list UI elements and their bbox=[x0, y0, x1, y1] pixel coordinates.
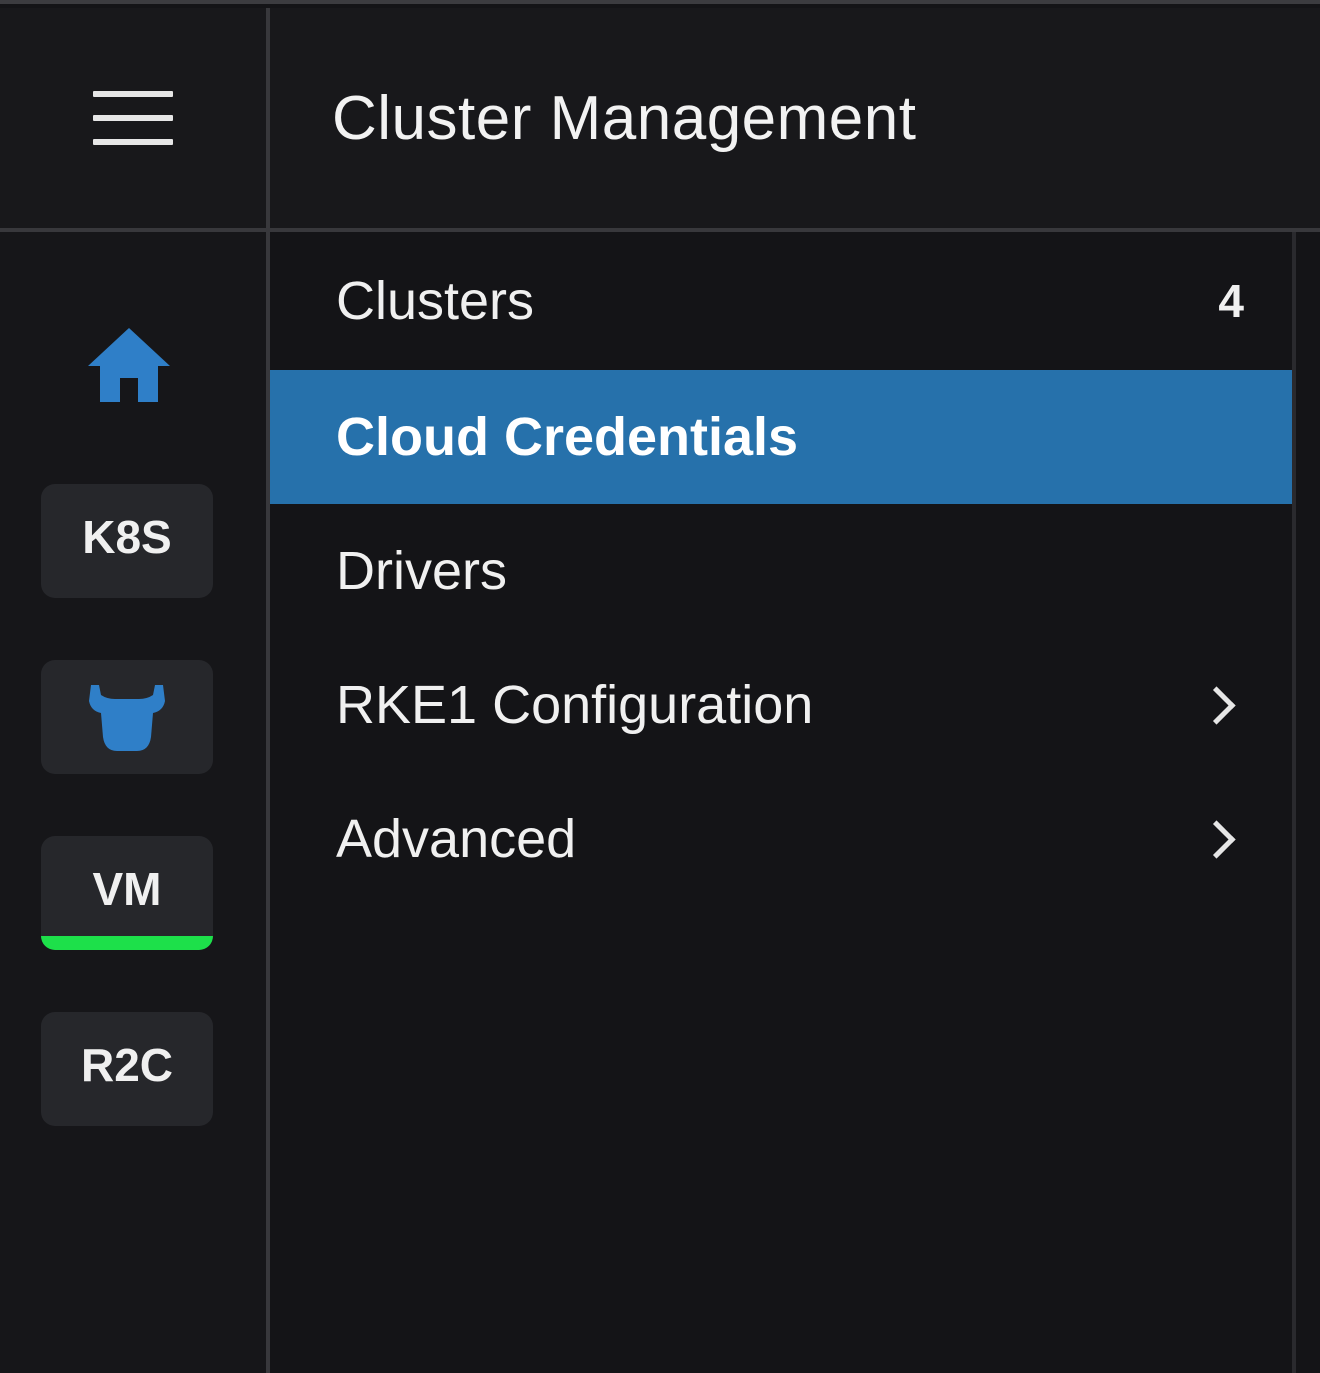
content-divider bbox=[1292, 232, 1296, 1373]
chevron-right-icon[interactable] bbox=[1197, 685, 1236, 725]
page-header: Cluster Management bbox=[270, 8, 1320, 232]
menu-item-label: Cloud Credentials bbox=[336, 407, 799, 467]
rail-item-r2c[interactable]: R2C bbox=[41, 1012, 213, 1126]
menu-item-label: Advanced bbox=[336, 809, 577, 869]
chevron-right-icon[interactable] bbox=[1197, 819, 1236, 859]
app-frame: K8S VM R2C Cluster Management Clusters 4… bbox=[0, 0, 1320, 1373]
rail-item-r2c-label: R2C bbox=[80, 1039, 174, 1091]
rail-item-k8s[interactable]: K8S bbox=[41, 484, 213, 598]
menu-item-clusters[interactable]: Clusters 4 bbox=[270, 234, 1292, 368]
rail-item-bull[interactable] bbox=[41, 660, 213, 774]
rail-header bbox=[0, 8, 266, 232]
rail-item-vm-label: VM bbox=[92, 863, 162, 915]
clusters-count-badge: 4 bbox=[1218, 275, 1244, 327]
rail-item-k8s-label: K8S bbox=[82, 511, 172, 563]
hamburger-icon[interactable] bbox=[93, 91, 173, 145]
page-title: Cluster Management bbox=[332, 83, 917, 153]
menu-item-label: Drivers bbox=[336, 541, 507, 601]
left-rail: K8S VM R2C bbox=[0, 8, 270, 1373]
home-icon[interactable] bbox=[86, 326, 172, 406]
menu-item-label: Clusters bbox=[336, 271, 535, 331]
bull-icon bbox=[89, 685, 165, 751]
side-menu: Clusters 4 Cloud Credentials Drivers RKE… bbox=[270, 232, 1292, 1373]
menu-item-cloud-credentials[interactable]: Cloud Credentials bbox=[270, 370, 1292, 504]
menu-item-rke1-configuration[interactable]: RKE1 Configuration bbox=[270, 638, 1292, 772]
rail-item-vm[interactable]: VM bbox=[41, 836, 213, 950]
menu-item-label: RKE1 Configuration bbox=[336, 675, 814, 735]
menu-item-drivers[interactable]: Drivers bbox=[270, 504, 1292, 638]
menu-item-advanced[interactable]: Advanced bbox=[270, 772, 1292, 906]
